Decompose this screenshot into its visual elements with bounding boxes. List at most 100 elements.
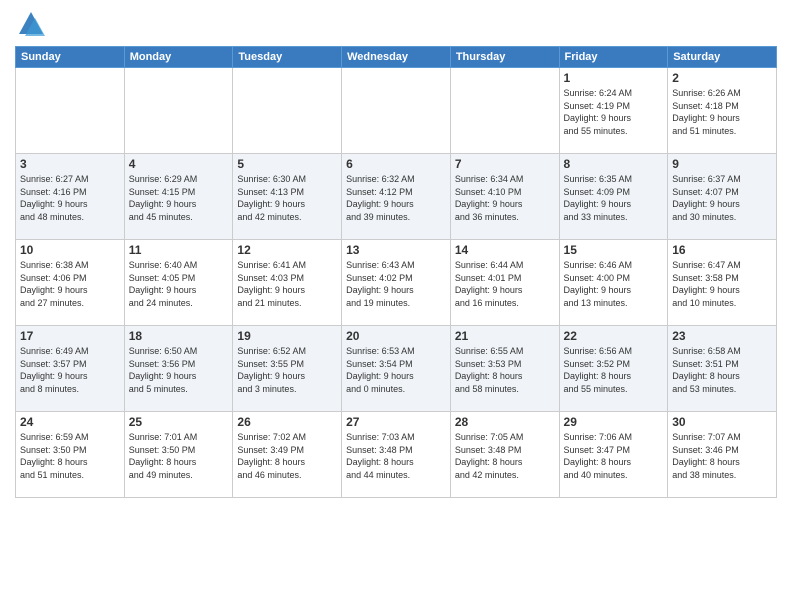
day-number: 2 bbox=[672, 71, 772, 85]
day-number: 21 bbox=[455, 329, 555, 343]
calendar-cell: 22Sunrise: 6:56 AM Sunset: 3:52 PM Dayli… bbox=[559, 326, 668, 412]
week-row-3: 10 Sunrise: 6:38 AM Sunset: 4:06 PM Dayli… bbox=[16, 240, 777, 326]
day-number: 12 bbox=[237, 243, 337, 257]
calendar-cell bbox=[16, 68, 125, 154]
calendar-cell: 23 Sunrise: 6:58 AM Sunset: 3:51 PM Dayli… bbox=[668, 326, 777, 412]
day-info: Sunrise: 6:46 AM Sunset: 4:00 PM Dayligh… bbox=[564, 259, 664, 309]
day-info: Sunrise: 7:02 AM Sunset: 3:49 PM Dayligh… bbox=[237, 431, 337, 481]
calendar-cell: 20Sunrise: 6:53 AM Sunset: 3:54 PM Dayli… bbox=[342, 326, 451, 412]
day-info: Sunrise: 6:58 AM Sunset: 3:51 PM Dayligh… bbox=[672, 345, 772, 395]
calendar-cell: 15 Sunrise: 6:46 AM Sunset: 4:00 PM Dayli… bbox=[559, 240, 668, 326]
calendar-cell: 9Sunrise: 6:37 AM Sunset: 4:07 PM Daylig… bbox=[668, 154, 777, 240]
calendar-cell: 21 Sunrise: 6:55 AM Sunset: 3:53 PM Dayli… bbox=[450, 326, 559, 412]
day-number: 14 bbox=[455, 243, 555, 257]
day-info: Sunrise: 6:34 AM Sunset: 4:10 PM Dayligh… bbox=[455, 173, 555, 223]
calendar-cell: 24 Sunrise: 6:59 AM Sunset: 3:50 PM Dayli… bbox=[16, 412, 125, 498]
day-number: 15 bbox=[564, 243, 664, 257]
day-info: Sunrise: 6:41 AM Sunset: 4:03 PM Dayligh… bbox=[237, 259, 337, 309]
day-info: Sunrise: 6:30 AM Sunset: 4:13 PM Dayligh… bbox=[237, 173, 337, 223]
logo bbox=[15, 10, 45, 38]
day-info: Sunrise: 7:03 AM Sunset: 3:48 PM Dayligh… bbox=[346, 431, 446, 481]
calendar-cell: 10 Sunrise: 6:38 AM Sunset: 4:06 PM Dayli… bbox=[16, 240, 125, 326]
day-info: Sunrise: 7:07 AM Sunset: 3:46 PM Dayligh… bbox=[672, 431, 772, 481]
weekday-monday: Monday bbox=[124, 47, 233, 68]
day-number: 9 bbox=[672, 157, 772, 171]
calendar-cell: 3 Sunrise: 6:27 AM Sunset: 4:16 PM Daylig… bbox=[16, 154, 125, 240]
calendar-cell: 11 Sunrise: 6:40 AM Sunset: 4:05 PM Dayli… bbox=[124, 240, 233, 326]
weekday-friday: Friday bbox=[559, 47, 668, 68]
day-info: Sunrise: 6:50 AM Sunset: 3:56 PM Dayligh… bbox=[129, 345, 229, 395]
day-number: 19 bbox=[237, 329, 337, 343]
day-number: 30 bbox=[672, 415, 772, 429]
day-info: Sunrise: 6:24 AM Sunset: 4:19 PM Dayligh… bbox=[564, 87, 664, 137]
logo-icon bbox=[17, 10, 45, 38]
day-info: Sunrise: 6:49 AM Sunset: 3:57 PM Dayligh… bbox=[20, 345, 120, 395]
calendar-table: SundayMondayTuesdayWednesdayThursdayFrid… bbox=[15, 46, 777, 498]
day-info: Sunrise: 6:35 AM Sunset: 4:09 PM Dayligh… bbox=[564, 173, 664, 223]
day-info: Sunrise: 6:55 AM Sunset: 3:53 PM Dayligh… bbox=[455, 345, 555, 395]
calendar-cell: 6 Sunrise: 6:32 AM Sunset: 4:12 PM Daylig… bbox=[342, 154, 451, 240]
day-number: 3 bbox=[20, 157, 120, 171]
day-number: 11 bbox=[129, 243, 229, 257]
calendar-cell: 2 Sunrise: 6:26 AM Sunset: 4:18 PM Daylig… bbox=[668, 68, 777, 154]
day-info: Sunrise: 7:06 AM Sunset: 3:47 PM Dayligh… bbox=[564, 431, 664, 481]
week-row-1: 1Sunrise: 6:24 AM Sunset: 4:19 PM Daylig… bbox=[16, 68, 777, 154]
day-number: 29 bbox=[564, 415, 664, 429]
calendar-cell: 27 Sunrise: 7:03 AM Sunset: 3:48 PM Dayli… bbox=[342, 412, 451, 498]
calendar-cell: 4 Sunrise: 6:29 AM Sunset: 4:15 PM Daylig… bbox=[124, 154, 233, 240]
day-number: 7 bbox=[455, 157, 555, 171]
day-number: 23 bbox=[672, 329, 772, 343]
calendar-cell: 17 Sunrise: 6:49 AM Sunset: 3:57 PM Dayli… bbox=[16, 326, 125, 412]
day-info: Sunrise: 6:53 AM Sunset: 3:54 PM Dayligh… bbox=[346, 345, 446, 395]
day-info: Sunrise: 6:40 AM Sunset: 4:05 PM Dayligh… bbox=[129, 259, 229, 309]
calendar-cell bbox=[124, 68, 233, 154]
day-info: Sunrise: 6:47 AM Sunset: 3:58 PM Dayligh… bbox=[672, 259, 772, 309]
calendar-cell: 19 Sunrise: 6:52 AM Sunset: 3:55 PM Dayli… bbox=[233, 326, 342, 412]
calendar-cell: 14 Sunrise: 6:44 AM Sunset: 4:01 PM Dayli… bbox=[450, 240, 559, 326]
week-row-2: 3 Sunrise: 6:27 AM Sunset: 4:16 PM Daylig… bbox=[16, 154, 777, 240]
weekday-wednesday: Wednesday bbox=[342, 47, 451, 68]
day-info: Sunrise: 6:26 AM Sunset: 4:18 PM Dayligh… bbox=[672, 87, 772, 137]
week-row-4: 17 Sunrise: 6:49 AM Sunset: 3:57 PM Dayli… bbox=[16, 326, 777, 412]
calendar-cell: 29 Sunrise: 7:06 AM Sunset: 3:47 PM Dayli… bbox=[559, 412, 668, 498]
calendar-cell: 5 Sunrise: 6:30 AM Sunset: 4:13 PM Daylig… bbox=[233, 154, 342, 240]
day-info: Sunrise: 6:27 AM Sunset: 4:16 PM Dayligh… bbox=[20, 173, 120, 223]
day-number: 27 bbox=[346, 415, 446, 429]
day-number: 5 bbox=[237, 157, 337, 171]
day-number: 10 bbox=[20, 243, 120, 257]
weekday-header-row: SundayMondayTuesdayWednesdayThursdayFrid… bbox=[16, 47, 777, 68]
day-info: Sunrise: 6:56 AM Sunset: 3:52 PM Dayligh… bbox=[564, 345, 664, 395]
day-info: Sunrise: 6:44 AM Sunset: 4:01 PM Dayligh… bbox=[455, 259, 555, 309]
weekday-tuesday: Tuesday bbox=[233, 47, 342, 68]
calendar-cell: 12 Sunrise: 6:41 AM Sunset: 4:03 PM Dayli… bbox=[233, 240, 342, 326]
calendar-cell: 13Sunrise: 6:43 AM Sunset: 4:02 PM Dayli… bbox=[342, 240, 451, 326]
calendar-cell: 28 Sunrise: 7:05 AM Sunset: 3:48 PM Dayli… bbox=[450, 412, 559, 498]
calendar-cell: 26 Sunrise: 7:02 AM Sunset: 3:49 PM Dayli… bbox=[233, 412, 342, 498]
weekday-thursday: Thursday bbox=[450, 47, 559, 68]
day-info: Sunrise: 6:38 AM Sunset: 4:06 PM Dayligh… bbox=[20, 259, 120, 309]
calendar-cell bbox=[233, 68, 342, 154]
calendar-cell bbox=[342, 68, 451, 154]
weekday-sunday: Sunday bbox=[16, 47, 125, 68]
week-row-5: 24 Sunrise: 6:59 AM Sunset: 3:50 PM Dayli… bbox=[16, 412, 777, 498]
day-number: 8 bbox=[564, 157, 664, 171]
day-number: 26 bbox=[237, 415, 337, 429]
day-number: 17 bbox=[20, 329, 120, 343]
page: SundayMondayTuesdayWednesdayThursdayFrid… bbox=[0, 0, 792, 612]
calendar-cell bbox=[450, 68, 559, 154]
calendar-cell: 8 Sunrise: 6:35 AM Sunset: 4:09 PM Daylig… bbox=[559, 154, 668, 240]
calendar-cell: 1Sunrise: 6:24 AM Sunset: 4:19 PM Daylig… bbox=[559, 68, 668, 154]
day-number: 25 bbox=[129, 415, 229, 429]
day-info: Sunrise: 6:29 AM Sunset: 4:15 PM Dayligh… bbox=[129, 173, 229, 223]
day-number: 6 bbox=[346, 157, 446, 171]
day-number: 28 bbox=[455, 415, 555, 429]
day-info: Sunrise: 7:05 AM Sunset: 3:48 PM Dayligh… bbox=[455, 431, 555, 481]
day-info: Sunrise: 6:59 AM Sunset: 3:50 PM Dayligh… bbox=[20, 431, 120, 481]
day-info: Sunrise: 6:52 AM Sunset: 3:55 PM Dayligh… bbox=[237, 345, 337, 395]
day-info: Sunrise: 6:32 AM Sunset: 4:12 PM Dayligh… bbox=[346, 173, 446, 223]
calendar-cell: 25Sunrise: 7:01 AM Sunset: 3:50 PM Dayli… bbox=[124, 412, 233, 498]
day-number: 16 bbox=[672, 243, 772, 257]
header bbox=[15, 10, 777, 38]
day-number: 24 bbox=[20, 415, 120, 429]
day-number: 4 bbox=[129, 157, 229, 171]
